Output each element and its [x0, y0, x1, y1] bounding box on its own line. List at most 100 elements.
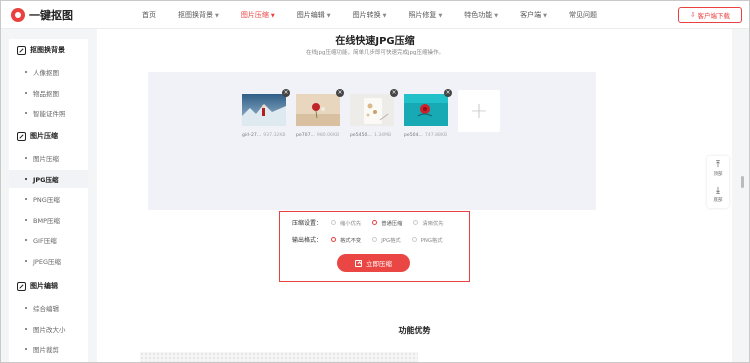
thumbnail-image — [404, 94, 448, 126]
thumbnail-caption: pe707... 980.06KB — [296, 133, 340, 138]
client-download-button[interactable]: ⇩ 客户端下载 — [678, 7, 742, 23]
compress-option-normal[interactable]: 普通压缩 — [372, 219, 402, 227]
nav-item-label: 照片修复 — [408, 11, 437, 19]
remove-thumbnail-icon[interactable]: × — [282, 89, 290, 97]
sidebar-item-1-1[interactable]: JPG压缩 — [9, 169, 88, 188]
compress-setting-label: 压缩设置： — [292, 220, 323, 227]
chevron-down-icon: ▼ — [543, 13, 548, 19]
sidebar-item-1-3[interactable]: BMP压缩 — [9, 211, 88, 229]
thumbnail-3[interactable]: × — [350, 89, 398, 126]
go-to-bottom-label: 底部 — [713, 198, 723, 203]
remove-thumbnail-icon[interactable]: × — [390, 89, 398, 97]
sidebar-group-label: 图片压缩 — [30, 132, 58, 140]
top-header: 一键抠图 首页 抠图换背景 ▼ 图片压缩 ▼ 图片编辑 ▼ 图片转换 ▼ 照片修复 ▼ 特色功能 ▼ 客户… — [1, 1, 749, 29]
sidebar-item-1-0[interactable]: 图片压缩 — [9, 149, 88, 167]
sidebar-item-1-4[interactable]: GIF压缩 — [9, 231, 88, 249]
remove-thumbnail-icon[interactable]: × — [336, 89, 344, 97]
radio-icon — [413, 220, 419, 225]
add-image-button[interactable]: + — [458, 90, 500, 132]
nav-item-label: 特色功能 — [464, 11, 493, 19]
chevron-down-icon: ▼ — [438, 13, 443, 19]
plus-icon: + — [469, 98, 489, 124]
sidebar-item-2-1[interactable]: 图片改大小 — [9, 320, 88, 338]
remove-thumbnail-icon[interactable]: × — [444, 89, 452, 97]
sidebar-item-0-0[interactable]: 人像抠图 — [9, 63, 88, 81]
nav-item-label: 图片编辑 — [296, 11, 325, 19]
nav-item-label: 首页 — [142, 11, 156, 19]
sidebar-item-0-1[interactable]: 物品抠图 — [9, 84, 88, 102]
thumbnail-caption: pe5450... 1.34MB — [350, 133, 392, 138]
nav-item-6[interactable]: 特色功能 ▼ — [453, 1, 509, 29]
arrow-up-icon: ⤒ — [716, 160, 720, 170]
nav-item-label: 图片转换 — [352, 11, 381, 19]
sidebar-item-1-2[interactable]: PNG压缩 — [9, 190, 88, 208]
compress-option-clear[interactable]: 清晰优先 — [413, 219, 444, 227]
thumbnail-image — [296, 94, 340, 126]
go-to-bottom-button[interactable]: ⤓ 底部 — [707, 182, 729, 208]
scrollbar-thumb[interactable] — [741, 176, 744, 188]
nav-item-4[interactable]: 图片转换 ▼ — [342, 1, 398, 29]
sidebar-group-label: 图片编辑 — [30, 282, 58, 290]
nav-item-5[interactable]: 照片修复 ▼ — [397, 1, 453, 29]
advantages-section: 功能优势 — [97, 301, 732, 362]
sidebar-item-1-5[interactable]: JPEG压缩 — [9, 252, 88, 270]
image-edit-icon — [17, 131, 26, 141]
page-title: 在线快速JPG压缩 — [335, 36, 415, 47]
format-option-png[interactable]: PNG格式 — [411, 236, 443, 244]
start-compress-label: 立即压缩 — [366, 260, 392, 268]
thumbnail-caption: girl-27... 937.32KB — [242, 133, 286, 138]
sidebar-item-2-0[interactable]: 综合编辑 — [9, 299, 88, 317]
client-download-label: 客户端下载 — [697, 12, 730, 20]
start-compress-button[interactable]: 立即压缩 — [337, 254, 410, 272]
sidebar-item-0-2[interactable]: 智能证件照 — [9, 104, 88, 122]
page-frame: 一键抠图 首页 抠图换背景 ▼ 图片压缩 ▼ 图片编辑 ▼ 图片转换 ▼ 照片修复 ▼ 特色功能 ▼ 客户… — [0, 0, 750, 363]
format-option-jpg[interactable]: JPG格式 — [372, 236, 401, 244]
advantages-title: 功能优势 — [398, 326, 431, 335]
back-to-top-button[interactable]: ⤒ 顶部 — [707, 156, 729, 182]
main-nav: 首页 抠图换背景 ▼ 图片压缩 ▼ 图片编辑 ▼ 图片转换 ▼ 照片修复 ▼ 特色功能 ▼ 客户端 ▼ 常见问… — [131, 1, 608, 29]
sidebar-group-2[interactable]: 图片编辑 — [17, 281, 58, 291]
nav-item-label: 抠图换背景 — [178, 11, 213, 19]
logo-icon — [11, 8, 25, 22]
sidebar: 抠图换背景 人像抠图 物品抠图 智能证件照 图片压缩 图片压缩 JPG压缩 PNG压缩 BMP压… — [9, 39, 88, 362]
chevron-down-icon: ▼ — [215, 13, 219, 19]
chevron-down-icon: ▼ — [494, 13, 499, 19]
thumbnail-image — [242, 94, 286, 126]
page-subtitle: 在线jpg压缩功能，简单几步即可快速完成jpg压缩操作。 — [305, 50, 445, 56]
chevron-down-icon: ▼ — [382, 13, 387, 19]
sidebar-group-1[interactable]: 图片压缩 — [17, 131, 58, 141]
logo-text: 一键抠图 — [29, 9, 73, 22]
nav-item-label: 常见问题 — [569, 11, 598, 19]
back-to-top-label: 顶部 — [713, 172, 723, 177]
floating-scroll-bar: ⤒ 顶部 ⤓ 底部 — [707, 156, 729, 208]
compress-setting-row: 压缩设置： 缩小优先 普通压缩 清晰优先 — [292, 218, 455, 227]
thumbnail-4[interactable]: × — [404, 89, 452, 126]
thumbnail-1[interactable]: × — [242, 89, 290, 126]
compress-icon — [355, 259, 362, 267]
download-icon: ⇩ — [690, 11, 696, 19]
format-option-unchanged[interactable]: 格式不变 — [331, 236, 361, 244]
nav-item-8[interactable]: 常见问题 — [558, 1, 608, 29]
chevron-down-icon: ▼ — [270, 13, 275, 19]
output-format-row: 输出格式： 格式不变 JPG格式 PNG格式 — [292, 235, 454, 244]
nav-item-2[interactable]: 图片压缩 ▼ — [230, 1, 286, 29]
radio-icon — [372, 237, 378, 242]
compress-option-smaller[interactable]: 缩小优先 — [331, 219, 361, 227]
output-format-label: 输出格式： — [292, 237, 323, 244]
arrow-down-icon: ⤓ — [716, 186, 720, 196]
radio-icon — [331, 220, 336, 225]
nav-item-1[interactable]: 抠图换背景 ▼ — [167, 1, 230, 29]
thumbnail-2[interactable]: × — [296, 89, 344, 126]
nav-item-label: 客户端 — [520, 11, 542, 19]
nav-item-0[interactable]: 首页 — [131, 1, 167, 29]
nav-item-3[interactable]: 图片编辑 ▼ — [286, 1, 342, 29]
chevron-down-icon: ▼ — [326, 13, 331, 19]
nav-item-7[interactable]: 客户端 ▼ — [509, 1, 558, 29]
thumbnail-caption: pe504... 747.88KB — [404, 133, 448, 138]
thumbnail-image — [350, 94, 394, 126]
sidebar-item-2-2[interactable]: 图片裁剪 — [9, 340, 88, 358]
logo[interactable]: 一键抠图 — [11, 7, 73, 23]
radio-selected-icon — [331, 237, 336, 242]
dotted-pattern — [140, 352, 418, 362]
upload-area[interactable]: × girl-27... 937.32KB × pe707... 980.06KB — [148, 72, 596, 210]
